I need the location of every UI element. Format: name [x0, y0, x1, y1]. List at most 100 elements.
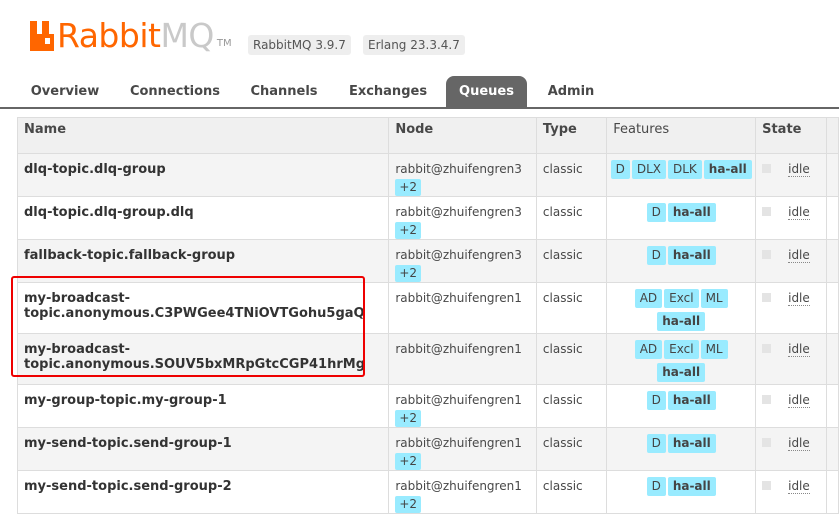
queues-table: Name Node Type Features State dlq-topic.… [16, 117, 839, 514]
queue-type: classic [542, 479, 583, 493]
logo-trademark: TM [216, 37, 232, 49]
policy-badge[interactable]: ha-all [667, 477, 716, 496]
queue-state: idle [788, 393, 810, 408]
rabbit-logo-icon [30, 21, 54, 51]
queue-state: idle [788, 479, 810, 494]
rabbitmq-logo[interactable]: Rabbit MQ TM [30, 18, 232, 54]
queue-name-part: my-broadcast- [24, 342, 130, 357]
column-header-node[interactable]: Node [388, 117, 537, 154]
table-row: my-send-topic.send-group-2 rabbit@zhuife… [16, 470, 839, 514]
state-indicator-icon [762, 250, 772, 259]
queue-state: idle [788, 436, 810, 451]
feature-badge: DLK [667, 160, 702, 179]
feature-badge: AD [634, 289, 663, 308]
tab-connections[interactable]: Connections [122, 76, 228, 108]
table-row: fallback-topic.fallback-group rabbit@zhu… [16, 239, 839, 283]
tab-channels[interactable]: Channels [240, 76, 328, 108]
node-mirrors-badge: +2 [395, 410, 422, 427]
policy-badge[interactable]: ha-all [657, 312, 706, 331]
column-header-type-label: Type [542, 122, 577, 137]
column-header-name-label: Name [24, 122, 67, 137]
queue-name-part: topic.anonymous.C3PWGee4TNiOVTGohu5gaQ [24, 306, 365, 321]
state-indicator-icon [762, 293, 772, 302]
policy-badge[interactable]: ha-all [667, 203, 716, 222]
feature-badge: D [646, 434, 666, 453]
queue-type: classic [542, 393, 583, 407]
queue-state: idle [788, 342, 810, 357]
queue-node: rabbit@zhuifengren3 [395, 162, 522, 176]
erlang-version-badge: Erlang 23.3.4.7 [363, 35, 465, 55]
feature-badge: ML [700, 340, 728, 359]
queue-type: classic [542, 205, 583, 219]
queue-state: idle [788, 291, 810, 306]
queue-type: classic [542, 248, 583, 262]
queue-node: rabbit@zhuifengren1 [395, 291, 522, 305]
state-indicator-icon [762, 164, 772, 173]
logo-text-rabbit: Rabbit [57, 16, 161, 55]
state-indicator-icon [762, 481, 772, 490]
queue-name-link[interactable]: fallback-topic.fallback-group [18, 240, 388, 263]
feature-badge: D [610, 160, 630, 179]
feature-badge: D [646, 477, 666, 496]
queue-type: classic [542, 291, 583, 305]
table-row: my-send-topic.send-group-1 rabbit@zhuife… [16, 427, 839, 471]
tab-exchanges[interactable]: Exchanges [340, 76, 436, 108]
state-indicator-icon [762, 207, 772, 216]
policy-badge[interactable]: ha-all [703, 160, 752, 179]
state-indicator-icon [762, 344, 772, 353]
table-row: dlq-topic.dlq-group.dlq rabbit@zhuifengr… [16, 196, 839, 240]
policy-badge[interactable]: ha-all [667, 246, 716, 265]
feature-badge: Excl [664, 289, 699, 308]
feature-badge: D [646, 391, 666, 410]
queue-name-link[interactable]: my-broadcast-topic.anonymous.SOUV5bxMRpG… [18, 334, 388, 372]
queue-state: idle [788, 162, 810, 177]
queue-state: idle [788, 205, 810, 220]
node-mirrors-badge: +2 [395, 179, 422, 196]
feature-badge: DLX [631, 160, 666, 179]
main-nav-tabs: Overview Connections Channels Exchanges … [0, 76, 839, 108]
column-header-features-label: Features [613, 122, 670, 137]
queue-type: classic [542, 162, 583, 176]
policy-badge[interactable]: ha-all [657, 363, 706, 382]
queue-name-link[interactable]: my-group-topic.my-group-1 [18, 385, 388, 408]
queue-node: rabbit@zhuifengren3 [395, 205, 522, 219]
column-header-state-label: State [762, 122, 802, 137]
logo-text-mq: MQ [160, 16, 214, 55]
policy-badge[interactable]: ha-all [667, 391, 716, 410]
table-row: dlq-topic.dlq-group rabbit@zhuifengren3 +… [16, 153, 839, 197]
rabbitmq-version-badge: RabbitMQ 3.9.7 [248, 35, 351, 55]
table-row: my-broadcast-topic.anonymous.C3PWGee4TNi… [16, 282, 839, 334]
queue-name-link[interactable]: my-send-topic.send-group-2 [18, 471, 388, 494]
queue-name-link[interactable]: my-send-topic.send-group-1 [18, 428, 388, 451]
feature-badge: Excl [664, 340, 699, 359]
queue-type: classic [542, 342, 583, 356]
tab-overview[interactable]: Overview [18, 76, 112, 108]
table-row: my-broadcast-topic.anonymous.SOUV5bxMRpG… [16, 333, 839, 385]
column-header-node-label: Node [395, 122, 434, 137]
tab-underline [0, 107, 839, 109]
state-indicator-icon [762, 395, 772, 404]
tab-queues[interactable]: Queues [446, 76, 527, 108]
queue-node: rabbit@zhuifengren1 [395, 479, 522, 493]
queue-name-part: topic.anonymous.SOUV5bxMRpGtcCGP41hrMg [24, 357, 365, 372]
policy-badge[interactable]: ha-all [667, 434, 716, 453]
queue-node: rabbit@zhuifengren1 [395, 342, 522, 356]
tab-admin[interactable]: Admin [538, 76, 604, 108]
queue-name-link[interactable]: my-broadcast-topic.anonymous.C3PWGee4TNi… [18, 283, 388, 321]
feature-badge: D [646, 203, 666, 222]
node-mirrors-badge: +2 [395, 222, 422, 239]
queue-state: idle [788, 248, 810, 263]
feature-badge: AD [634, 340, 663, 359]
column-header-type[interactable]: Type [535, 117, 608, 154]
node-mirrors-badge: +2 [395, 453, 422, 470]
queue-name-part: my-broadcast- [24, 291, 130, 306]
column-header-features: Features [606, 117, 757, 154]
feature-badge: D [646, 246, 666, 265]
column-header-more [826, 117, 839, 154]
queue-name-link[interactable]: dlq-topic.dlq-group [18, 154, 388, 177]
queue-node: rabbit@zhuifengren1 [395, 393, 522, 407]
column-header-state[interactable]: State [755, 117, 828, 154]
state-indicator-icon [762, 438, 772, 447]
column-header-name[interactable]: Name [16, 117, 390, 154]
queue-name-link[interactable]: dlq-topic.dlq-group.dlq [18, 197, 388, 220]
